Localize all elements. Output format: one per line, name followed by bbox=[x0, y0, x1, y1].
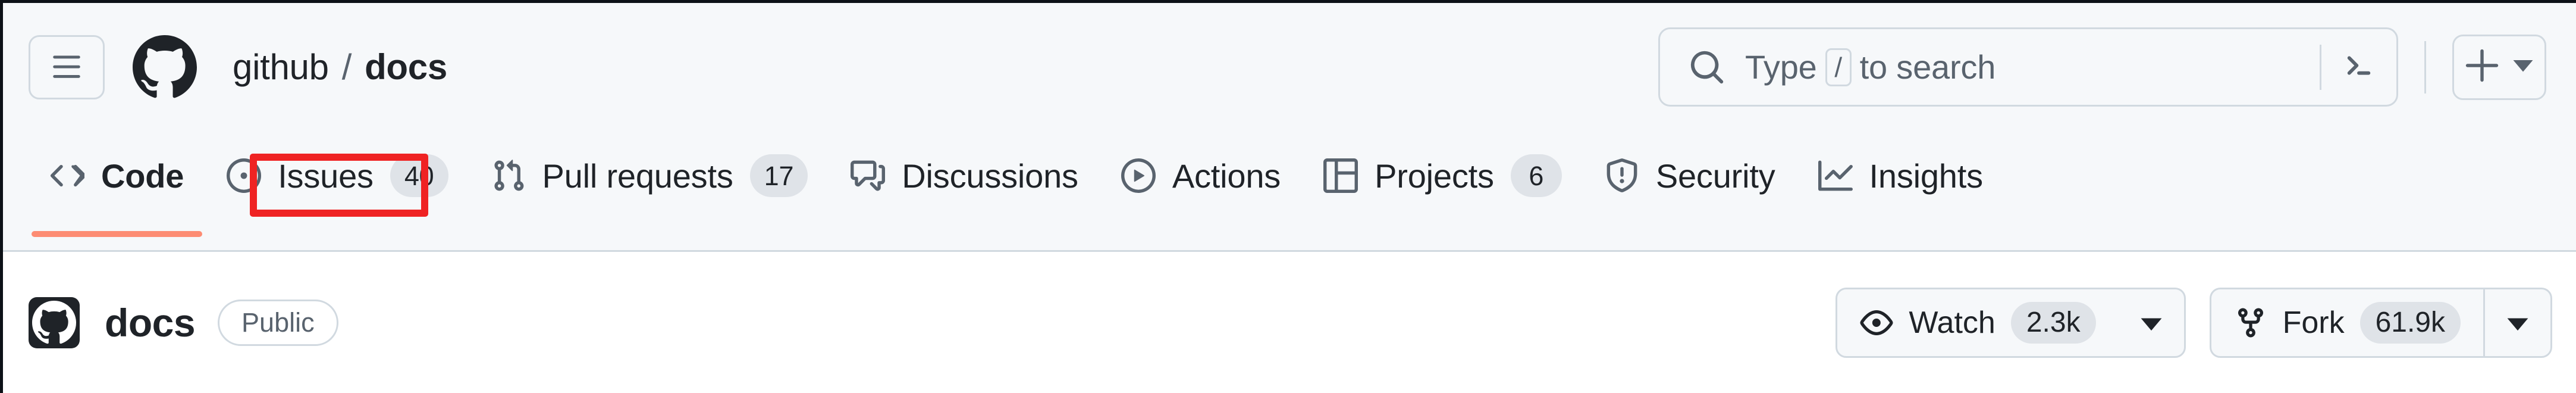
tab-code-label: Code bbox=[101, 157, 184, 195]
global-header: github / docs Type / to search bbox=[3, 3, 2576, 131]
tab-pull-requests-count: 17 bbox=[749, 154, 808, 197]
chevron-down-icon bbox=[2512, 57, 2534, 77]
watch-count: 2.3k bbox=[2010, 301, 2096, 344]
shield-alert-icon bbox=[1605, 158, 1639, 193]
search-placeholder-prefix: Type bbox=[1745, 48, 1817, 86]
active-tab-underline bbox=[32, 231, 203, 237]
page-title[interactable]: docs bbox=[105, 300, 196, 345]
fork-dropdown-toggle[interactable] bbox=[2483, 289, 2550, 356]
create-new-button[interactable] bbox=[2452, 34, 2546, 100]
status-badge: Public bbox=[218, 299, 338, 346]
watch-button-label: Watch bbox=[1909, 305, 1995, 340]
search-placeholder: Type / to search bbox=[1745, 48, 1995, 86]
watch-button-main[interactable]: Watch 2.3k bbox=[1837, 289, 2118, 356]
tab-actions-label: Actions bbox=[1172, 157, 1281, 195]
search-icon bbox=[1689, 49, 1725, 86]
breadcrumb-owner[interactable]: github bbox=[233, 46, 329, 88]
search-placeholder-suffix: to search bbox=[1859, 48, 1996, 86]
search-input[interactable]: Type / to search bbox=[1658, 27, 2398, 107]
tab-issues[interactable]: Issues 40 bbox=[205, 131, 469, 220]
three-bars-icon bbox=[48, 52, 85, 83]
watch-dropdown-toggle[interactable] bbox=[2119, 289, 2184, 356]
table-project-icon bbox=[1323, 158, 1358, 193]
chevron-down-icon bbox=[2140, 305, 2163, 341]
tab-pull-requests[interactable]: Pull requests 17 bbox=[470, 131, 830, 220]
browser-viewport: github / docs Type / to search Code Issu… bbox=[0, 0, 2576, 393]
command-palette-terminal-icon bbox=[2342, 48, 2376, 86]
tab-projects-count: 6 bbox=[1510, 154, 1562, 197]
issue-opened-icon bbox=[227, 158, 262, 193]
code-icon bbox=[50, 158, 84, 193]
tab-security[interactable]: Security bbox=[1583, 131, 1797, 220]
breadcrumb-separator: / bbox=[341, 47, 352, 87]
command-palette-button[interactable] bbox=[2320, 44, 2376, 90]
github-home-link[interactable] bbox=[133, 35, 197, 99]
plus-icon bbox=[2465, 48, 2499, 86]
repository-nav-tabs: Code Issues 40 Pull requests 17 Discussi… bbox=[3, 131, 2576, 252]
tab-insights[interactable]: Insights bbox=[1797, 131, 2004, 220]
header-divider bbox=[2424, 40, 2426, 93]
fork-button[interactable]: Fork 61.9k bbox=[2209, 287, 2552, 358]
fork-button-label: Fork bbox=[2282, 305, 2345, 340]
chevron-down-icon bbox=[2506, 305, 2529, 341]
tab-security-label: Security bbox=[1655, 157, 1775, 195]
menu-button[interactable] bbox=[29, 35, 105, 99]
tab-issues-label: Issues bbox=[278, 157, 374, 195]
repository-header: docs Public Watch 2.3k Fork 61.9k bbox=[3, 252, 2576, 393]
repository-action-buttons: Watch 2.3k Fork 61.9k bbox=[1835, 287, 2552, 358]
search-slash-key: / bbox=[1825, 48, 1852, 86]
comment-discussion-icon bbox=[851, 158, 886, 193]
play-circle-icon bbox=[1121, 158, 1156, 193]
fork-button-main[interactable]: Fork 61.9k bbox=[2211, 289, 2483, 356]
tab-insights-label: Insights bbox=[1869, 157, 1984, 195]
git-pull-request-icon bbox=[491, 158, 526, 193]
tab-projects[interactable]: Projects 6 bbox=[1302, 131, 1583, 220]
github-octocat-avatar bbox=[29, 297, 80, 348]
tab-discussions-label: Discussions bbox=[902, 157, 1078, 195]
eye-icon bbox=[1860, 306, 1893, 339]
breadcrumb: github / docs bbox=[233, 46, 447, 88]
github-octocat-logo bbox=[133, 35, 197, 99]
graph-line-icon bbox=[1818, 158, 1853, 193]
watch-button[interactable]: Watch 2.3k bbox=[1835, 287, 2186, 358]
fork-count: 61.9k bbox=[2359, 301, 2461, 344]
tab-projects-label: Projects bbox=[1375, 157, 1494, 195]
repo-forked-icon bbox=[2234, 306, 2267, 339]
github-header-band: github / docs Type / to search Code Issu… bbox=[3, 3, 2576, 252]
tab-code[interactable]: Code bbox=[29, 131, 205, 237]
breadcrumb-repo[interactable]: docs bbox=[365, 46, 447, 88]
tab-pull-requests-label: Pull requests bbox=[542, 157, 733, 195]
tab-issues-count: 40 bbox=[390, 154, 448, 197]
tab-discussions[interactable]: Discussions bbox=[829, 131, 1100, 220]
tab-actions[interactable]: Actions bbox=[1100, 131, 1302, 220]
